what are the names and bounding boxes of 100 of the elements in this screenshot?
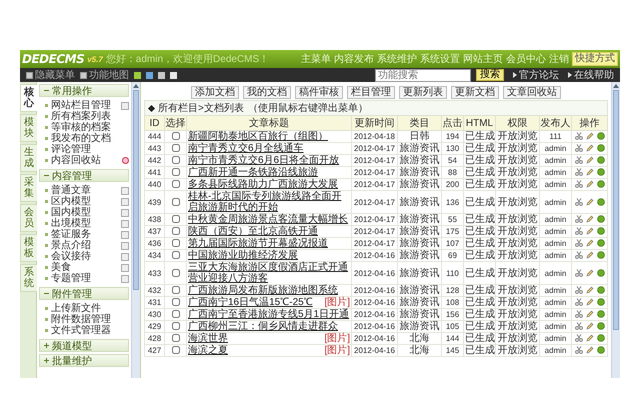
menu-item[interactable]: 文件式管理器 xyxy=(45,325,129,336)
menu-item[interactable]: 美食 xyxy=(45,262,129,273)
row-checkbox[interactable] xyxy=(172,334,180,342)
row-checkbox[interactable] xyxy=(172,322,180,330)
scissors-icon[interactable] xyxy=(574,168,582,176)
action-button[interactable]: 稿件审核 xyxy=(295,86,343,98)
menu-item[interactable]: 景点介绍 xyxy=(45,240,129,251)
scissors-icon[interactable] xyxy=(574,215,582,224)
color-swatch[interactable] xyxy=(170,72,177,78)
row-checkbox[interactable] xyxy=(172,144,180,152)
menu-group-header[interactable]: 常用操作 xyxy=(39,84,129,97)
scrollbar[interactable] xyxy=(131,82,140,378)
scissors-icon[interactable] xyxy=(574,239,582,248)
menu-item[interactable]: 内容回收站 xyxy=(45,155,129,166)
color-swatch[interactable] xyxy=(158,72,165,78)
menu-item[interactable]: 等审核的档案 xyxy=(45,122,129,133)
menu-item[interactable]: 专题管理 xyxy=(45,273,129,284)
search-button[interactable]: 搜索 xyxy=(476,69,504,81)
row-checkbox[interactable] xyxy=(172,156,180,164)
side-tab[interactable]: 模块 xyxy=(20,114,37,142)
scissors-icon[interactable] xyxy=(574,334,582,342)
action-button[interactable]: 我的文档 xyxy=(243,86,291,98)
menu-item[interactable]: 出境模型 xyxy=(45,218,129,229)
toolbar-link[interactable]: 在线帮助 xyxy=(568,68,614,82)
scissors-icon[interactable] xyxy=(574,156,582,164)
title-link[interactable]: 海滨世界 xyxy=(188,333,228,344)
search-field[interactable]: 功能搜索 xyxy=(375,68,471,82)
menu-item[interactable]: 国内模型 xyxy=(45,207,129,218)
action-button[interactable]: 文章回收站 xyxy=(503,86,561,98)
side-tab[interactable]: 生成 xyxy=(20,144,37,172)
side-tab[interactable]: 会员 xyxy=(20,204,37,232)
menu-group-header[interactable]: 附件管理 xyxy=(39,287,129,300)
bullet-icon xyxy=(45,115,48,118)
table-cell: 已生成 xyxy=(464,296,496,308)
menu-item[interactable]: 签证服务 xyxy=(45,229,129,240)
row-checkbox[interactable] xyxy=(172,198,180,206)
table-cell: 432 xyxy=(144,284,164,296)
row-checkbox[interactable] xyxy=(172,310,180,318)
add-icon[interactable] xyxy=(121,102,129,110)
globe-icon[interactable] xyxy=(596,268,604,277)
table-cell: 开放浏览 xyxy=(496,262,540,284)
toolbar-button[interactable]: 隐藏菜单 xyxy=(26,68,75,82)
color-swatch[interactable] xyxy=(134,72,141,78)
pencil-icon[interactable] xyxy=(586,198,594,206)
row-checkbox[interactable] xyxy=(172,286,180,294)
scissors-icon[interactable] xyxy=(574,268,582,277)
side-tab[interactable]: 核心 xyxy=(20,84,37,112)
side-tab[interactable]: 采集 xyxy=(20,174,37,202)
menu-item[interactable]: 我发布的文档 xyxy=(45,133,129,144)
menu-item[interactable]: 网站栏目管理 xyxy=(45,100,129,111)
action-button[interactable]: 更新列表 xyxy=(399,86,447,98)
title-link[interactable]: 广西南宁16日气温15℃-25℃ xyxy=(188,297,313,308)
menu-item[interactable]: 评论管理 xyxy=(45,144,129,155)
action-button[interactable]: 更新文档 xyxy=(451,86,499,98)
side-tab[interactable]: 系统 xyxy=(20,264,37,292)
action-button[interactable]: 添加文档 xyxy=(191,86,239,98)
menu-item[interactable]: 所有档案列表 xyxy=(45,111,129,122)
scissors-icon[interactable] xyxy=(574,322,582,330)
scissors-icon[interactable] xyxy=(574,310,582,318)
row-checkbox[interactable] xyxy=(172,268,180,277)
menu-group-header[interactable]: 批量维护 xyxy=(39,354,129,367)
scissors-icon[interactable] xyxy=(574,286,582,294)
scissors-icon[interactable] xyxy=(574,251,582,260)
scissors-icon[interactable] xyxy=(574,198,582,206)
scissors-icon[interactable] xyxy=(574,227,582,236)
scissors-icon[interactable] xyxy=(574,144,582,152)
globe-icon[interactable] xyxy=(596,198,604,206)
side-tab[interactable]: 模板 xyxy=(20,234,37,262)
scissors-icon[interactable] xyxy=(574,132,582,140)
row-checkbox[interactable] xyxy=(172,346,180,354)
row-checkbox[interactable] xyxy=(172,215,180,224)
color-swatch[interactable] xyxy=(146,72,153,78)
scissors-icon[interactable] xyxy=(574,346,582,354)
table-cell: 110 xyxy=(442,262,464,284)
menu-group-header[interactable]: 内容管理 xyxy=(39,169,129,182)
toolbar-button[interactable]: 功能地图 xyxy=(80,68,129,82)
scissors-icon[interactable] xyxy=(574,298,582,306)
title-link[interactable]: 三亚大东海旅游区度假酒店正式开通营业迎接八方游客 xyxy=(188,262,350,284)
menu-item[interactable]: 会议接待 xyxy=(45,251,129,262)
row-checkbox[interactable] xyxy=(172,132,180,140)
menu-item[interactable]: 普通文章 xyxy=(45,185,129,196)
row-checkbox[interactable] xyxy=(172,298,180,306)
scissors-icon[interactable] xyxy=(574,180,582,188)
row-checkbox[interactable] xyxy=(172,239,180,248)
action-button[interactable]: 栏目管理 xyxy=(347,86,395,98)
title-link[interactable]: 广西南宁至香港旅游专线5月1日开通 xyxy=(188,309,350,320)
row-checkbox[interactable] xyxy=(172,180,180,188)
title-link[interactable]: 海滨之夏 xyxy=(188,345,228,356)
menu-group-header[interactable]: 频道模型 xyxy=(39,339,129,352)
row-checkbox[interactable] xyxy=(172,227,180,236)
scrollbar[interactable] xyxy=(611,82,620,378)
menu-item[interactable]: 上传新文件 xyxy=(45,303,129,314)
pencil-icon[interactable] xyxy=(586,268,594,277)
toolbar-link[interactable]: 官方论坛 xyxy=(513,68,559,82)
title-link[interactable]: 桂林-北京国际专列旅游线路全面开启旅游新时代的开始 xyxy=(188,191,350,213)
menu-item[interactable]: 区内模型 xyxy=(45,196,129,207)
row-checkbox[interactable] xyxy=(172,168,180,176)
menu-item[interactable]: 附件数据管理 xyxy=(45,314,129,325)
row-checkbox[interactable] xyxy=(172,251,180,260)
shortcut-button[interactable]: 快捷方式 xyxy=(572,52,618,66)
